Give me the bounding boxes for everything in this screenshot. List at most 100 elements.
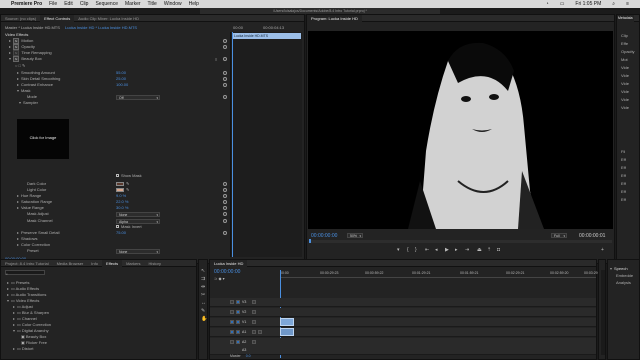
tab-info[interactable]: Info [87, 260, 102, 267]
lock-icon[interactable] [230, 310, 234, 314]
selection-tool-icon[interactable]: ↖ [201, 268, 205, 274]
marker-icon[interactable]: ▾ [397, 247, 400, 253]
razor-tool-icon[interactable]: ✂ [201, 292, 205, 298]
track-v1[interactable]: V1 [210, 318, 596, 327]
speech-title[interactable]: Speech [610, 266, 628, 272]
reset-icon[interactable] [223, 206, 227, 210]
playhead-marker[interactable] [309, 239, 311, 243]
eyedropper-icon[interactable]: ✎ [126, 181, 129, 186]
reset-icon[interactable] [223, 45, 227, 49]
target-icon[interactable] [236, 340, 240, 344]
hand-tool-icon[interactable]: ✋ [201, 316, 207, 322]
timeline-timecode[interactable]: 00:00:00:00 [214, 269, 240, 275]
master-clip-row[interactable]: Master * Lucka Inside HD.MTS Lucka Insid… [5, 25, 137, 31]
target-icon[interactable] [236, 330, 240, 334]
right-item[interactable]: Fil [621, 149, 625, 155]
right-item[interactable]: Mot [621, 57, 628, 63]
menu-clip[interactable]: Clip [80, 1, 89, 7]
step-back-icon[interactable]: ◂ [435, 247, 438, 253]
right-item[interactable]: Vide [621, 73, 629, 79]
menu-edit[interactable]: Edit [64, 1, 73, 7]
video-clip[interactable] [280, 318, 294, 326]
lock-icon[interactable] [230, 340, 234, 344]
audio-clip[interactable] [280, 328, 294, 336]
program-timecode[interactable]: 00:00:00:00 [311, 233, 337, 239]
speech-item[interactable]: Analysis [616, 280, 631, 286]
tab-markers[interactable]: Markers [122, 260, 144, 267]
target-icon[interactable] [236, 310, 240, 314]
right-item[interactable]: Opacity [621, 49, 635, 55]
lift-icon[interactable]: ⏏ [477, 247, 482, 253]
menu-marker[interactable]: Marker [125, 1, 141, 7]
go-to-out-icon[interactable]: ⇥ [465, 247, 469, 253]
preserve-detail-value[interactable]: 75.00 [116, 230, 126, 236]
speech-item[interactable]: Embedde [616, 273, 633, 279]
menu-window[interactable]: Window [164, 1, 182, 7]
menu-app-name[interactable]: Premiere Pro [11, 1, 42, 7]
menu-sequence[interactable]: Sequence [95, 1, 118, 7]
mute-icon[interactable] [252, 340, 256, 344]
go-to-in-icon[interactable]: ⇤ [425, 247, 429, 253]
snap-icon[interactable]: ⊃ ◆ ▾ [214, 276, 225, 281]
reset-icon[interactable] [223, 182, 227, 186]
reset-icon[interactable] [223, 77, 227, 81]
preset-dropdown[interactable]: None [116, 249, 160, 254]
sampler-image-box[interactable]: Click for Image [17, 119, 69, 159]
quality-dropdown[interactable]: Full [551, 233, 567, 238]
right-item[interactable]: Eff [621, 157, 626, 163]
sequence-clip-label[interactable]: Lucka Inside HD * Lucka Inside HD.MTS [65, 25, 137, 30]
play-icon[interactable]: ▶ [445, 247, 449, 253]
reset-icon[interactable] [223, 200, 227, 204]
step-forward-icon[interactable]: ▸ [455, 247, 458, 253]
dark-color-swatch[interactable] [116, 182, 124, 186]
light-color-swatch[interactable] [116, 188, 124, 192]
master-value[interactable]: 0.0 [246, 354, 251, 358]
right-item[interactable]: Eff [621, 181, 626, 187]
tab-effects[interactable]: Effects [101, 259, 123, 267]
track-v2[interactable]: V2 [210, 308, 596, 317]
mask-adjust-dropdown[interactable]: None [116, 212, 160, 217]
tab-source[interactable]: Source: (no clips) [1, 15, 40, 22]
lock-icon[interactable] [230, 300, 234, 304]
battery-icon[interactable]: ▭ [560, 1, 565, 7]
add-button-icon[interactable]: + [601, 247, 604, 253]
program-video-frame[interactable] [308, 31, 613, 229]
track-a3[interactable]: A3 [210, 346, 596, 355]
reset-icon[interactable] [223, 188, 227, 192]
tab-history[interactable]: History [145, 260, 165, 267]
tab-media-browser[interactable]: Media Browser [53, 260, 88, 267]
reset-icon[interactable] [223, 83, 227, 87]
export-frame-icon[interactable]: ◘ [497, 247, 500, 253]
tab-program[interactable]: Program: Lucka Inside HD [307, 14, 362, 22]
program-scrubber[interactable] [309, 239, 612, 243]
right-item[interactable]: Eff [621, 197, 626, 203]
right-item[interactable]: Vide [621, 97, 629, 103]
menu-file[interactable]: File [49, 1, 57, 7]
tab-project[interactable]: Project: 8.4 Intro Tutorial [1, 260, 53, 267]
settings-icon[interactable]: ≡ [215, 57, 217, 62]
ec-mini-timeline[interactable]: Lucka Inside HD.MTS [230, 32, 302, 257]
sampler-group[interactable]: Sampler [19, 100, 38, 106]
eyedropper-icon[interactable]: ✎ [126, 187, 129, 192]
right-item[interactable]: Eff [621, 165, 626, 171]
zoom-dropdown[interactable]: 50% [347, 233, 363, 238]
mode-dropdown[interactable]: Off [116, 95, 160, 100]
reset-icon[interactable] [223, 231, 227, 235]
target-icon[interactable] [236, 300, 240, 304]
right-item[interactable]: Effe [621, 41, 628, 47]
value-range-value[interactable]: 30.0 % [116, 205, 128, 211]
slip-tool-icon[interactable]: ↔ [201, 300, 206, 306]
click-for-image-label[interactable]: Click for Image [17, 135, 69, 140]
reset-icon[interactable] [223, 57, 227, 61]
tab-metadata[interactable]: Metadata [617, 14, 634, 22]
right-item[interactable]: Vide [621, 89, 629, 95]
tree-item[interactable]: ▭ Distort [13, 346, 33, 352]
mark-out-icon[interactable]: } [415, 247, 417, 253]
right-item[interactable]: Vide [621, 81, 629, 87]
tab-audio-clip-mixer[interactable]: Audio Clip Mixer: Lucka Inside HD [74, 15, 143, 22]
ripple-edit-icon[interactable]: ⇹ [201, 284, 205, 290]
contrast-enhance-value[interactable]: 100.00 [116, 82, 128, 88]
checkbox-icon[interactable] [116, 225, 119, 229]
list-icon[interactable]: ≡ [626, 1, 629, 7]
eye-icon[interactable] [252, 300, 256, 304]
